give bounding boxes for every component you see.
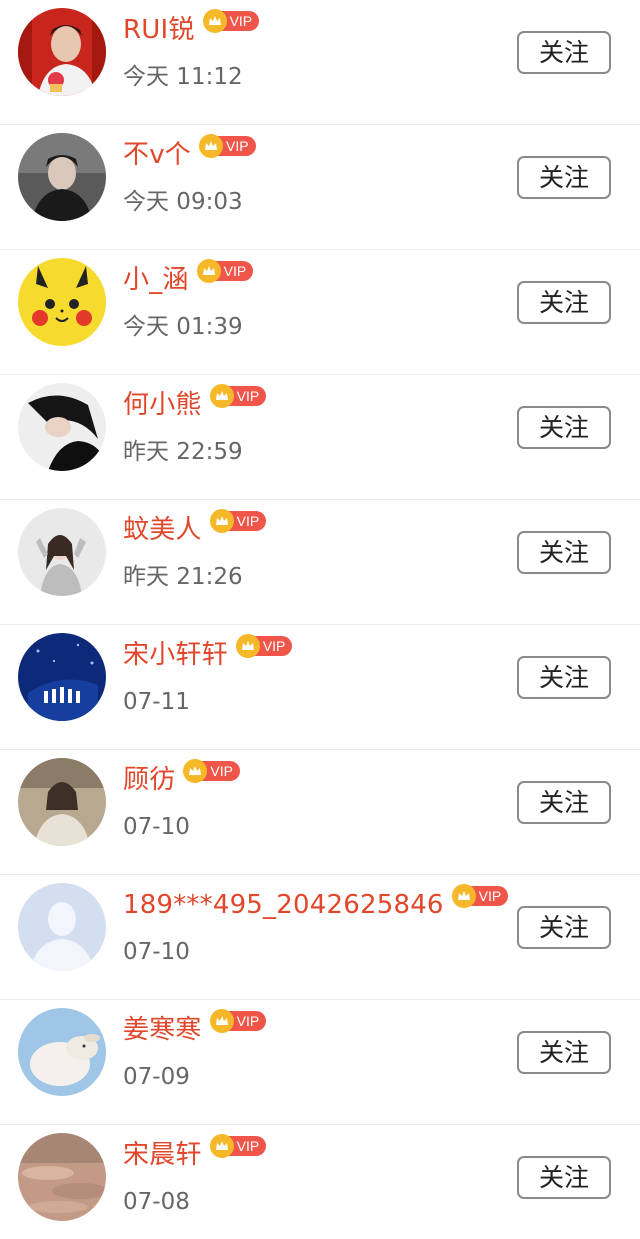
- follow-time: 今天 01:39: [123, 314, 243, 340]
- list-item[interactable]: 宋晨轩 VIP 07-08 关注: [0, 1125, 640, 1238]
- follow-button[interactable]: 关注: [517, 656, 611, 699]
- list-item[interactable]: 不v个 VIP 今天 09:03 关注: [0, 125, 640, 250]
- crown-icon: [209, 384, 234, 408]
- name-line: RUI锐 VIP: [123, 9, 260, 48]
- crown-icon: [209, 1134, 234, 1158]
- user-name[interactable]: 顾彷: [123, 762, 175, 798]
- avatar[interactable]: [18, 758, 106, 846]
- crown-icon: [209, 1009, 234, 1033]
- name-line: 不v个 VIP: [123, 134, 256, 173]
- user-name[interactable]: 189***495_2042625846: [123, 887, 444, 923]
- list-item[interactable]: 189***495_2042625846 VIP 07-10 关注: [0, 875, 640, 1000]
- user-name[interactable]: 宋小轩轩: [123, 637, 228, 673]
- name-line: 何小熊 VIP: [123, 384, 267, 423]
- vip-badge: VIP: [209, 1009, 267, 1033]
- vip-badge: VIP: [451, 884, 509, 908]
- vip-badge: VIP: [183, 759, 240, 783]
- avatar[interactable]: [18, 133, 106, 221]
- follow-time: 07-10: [123, 939, 190, 965]
- user-name[interactable]: 宋晨轩: [123, 1137, 202, 1173]
- user-name[interactable]: 何小熊: [123, 387, 202, 423]
- vip-badge: VIP: [196, 259, 254, 283]
- follow-time: 07-09: [123, 1064, 190, 1090]
- list-item[interactable]: RUI锐 VIP 今天 11:12 关注: [0, 0, 640, 125]
- user-name[interactable]: RUI锐: [123, 12, 195, 48]
- vip-badge: VIP: [199, 134, 256, 158]
- name-line: 蚊美人 VIP: [123, 509, 267, 548]
- follow-button[interactable]: 关注: [517, 531, 611, 574]
- user-name[interactable]: 姜寒寒: [123, 1012, 202, 1048]
- avatar[interactable]: [18, 1133, 106, 1221]
- name-line: 小_涵 VIP: [123, 259, 254, 298]
- list-item[interactable]: 宋小轩轩 VIP 07-11 关注: [0, 625, 640, 750]
- follow-time: 07-11: [123, 689, 190, 715]
- follow-button[interactable]: 关注: [517, 906, 611, 949]
- follow-button[interactable]: 关注: [517, 31, 611, 74]
- vip-badge: VIP: [209, 1134, 267, 1158]
- name-line: 顾彷 VIP: [123, 759, 240, 798]
- follow-button[interactable]: 关注: [517, 1031, 611, 1074]
- list-item[interactable]: 顾彷 VIP 07-10 关注: [0, 750, 640, 875]
- vip-badge: VIP: [209, 384, 267, 408]
- vip-badge: VIP: [209, 509, 267, 533]
- user-name[interactable]: 不v个: [123, 137, 191, 173]
- follow-button[interactable]: 关注: [517, 406, 611, 449]
- crown-icon: [202, 9, 227, 33]
- avatar[interactable]: [18, 8, 106, 96]
- follow-time: 今天 09:03: [123, 189, 243, 215]
- user-name[interactable]: 蚊美人: [123, 512, 202, 548]
- vip-badge: VIP: [235, 634, 293, 658]
- crown-icon: [235, 634, 260, 658]
- follow-time: 07-10: [123, 814, 190, 840]
- follow-button[interactable]: 关注: [517, 781, 611, 824]
- list-item[interactable]: 小_涵 VIP 今天 01:39 关注: [0, 250, 640, 375]
- avatar[interactable]: [18, 883, 106, 971]
- crown-icon: [451, 884, 476, 908]
- vip-badge: VIP: [202, 9, 260, 33]
- name-line: 189***495_2042625846 VIP: [123, 884, 509, 923]
- name-line: 姜寒寒 VIP: [123, 1009, 267, 1048]
- avatar[interactable]: [18, 258, 106, 346]
- follow-time: 昨天 21:26: [123, 564, 243, 590]
- follow-button[interactable]: 关注: [517, 1156, 611, 1199]
- name-line: 宋小轩轩 VIP: [123, 634, 293, 673]
- avatar[interactable]: [18, 508, 106, 596]
- follow-button[interactable]: 关注: [517, 156, 611, 199]
- follow-time: 07-08: [123, 1189, 190, 1215]
- crown-icon: [209, 509, 234, 533]
- avatar[interactable]: [18, 633, 106, 721]
- avatar[interactable]: [18, 383, 106, 471]
- follower-list: RUI锐 VIP 今天 11:12 关注 不v个 VIP 今天 09:03 关注…: [0, 0, 640, 1239]
- crown-icon: [196, 259, 221, 283]
- follow-time: 今天 11:12: [123, 64, 243, 90]
- list-item[interactable]: 何小熊 VIP 昨天 22:59 关注: [0, 375, 640, 500]
- list-item[interactable]: 姜寒寒 VIP 07-09 关注: [0, 1000, 640, 1125]
- avatar[interactable]: [18, 1008, 106, 1096]
- list-item[interactable]: 蚊美人 VIP 昨天 21:26 关注: [0, 500, 640, 625]
- user-name[interactable]: 小_涵: [123, 262, 189, 298]
- crown-icon: [199, 134, 223, 158]
- follow-time: 昨天 22:59: [123, 439, 243, 465]
- name-line: 宋晨轩 VIP: [123, 1134, 267, 1173]
- follow-button[interactable]: 关注: [517, 281, 611, 324]
